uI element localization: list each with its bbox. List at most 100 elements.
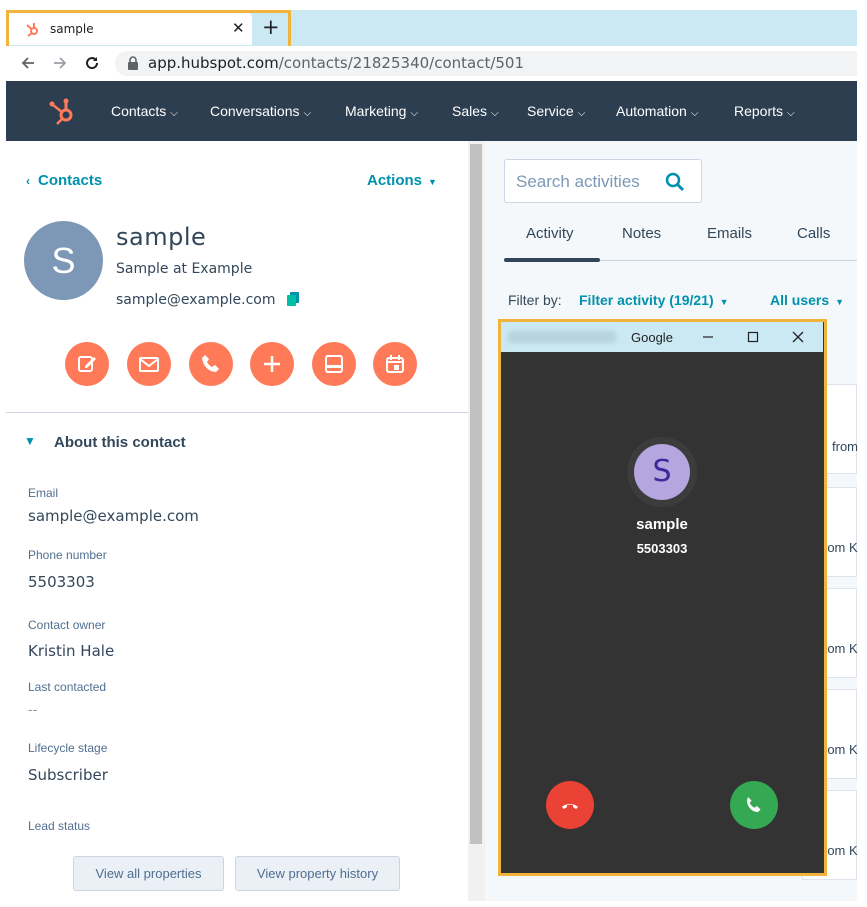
email-icon: [139, 357, 159, 372]
url-path: /contacts/21825340/contact/501: [278, 54, 525, 72]
activity-card-snippet: rom K: [823, 641, 858, 656]
caret-down-icon: ▼: [428, 177, 437, 187]
caller-name: sample: [636, 516, 688, 533]
hang-up-icon: [562, 804, 578, 809]
all-users-label: All users: [770, 292, 830, 308]
caret-down-icon: ▼: [835, 297, 845, 307]
actions-dropdown[interactable]: Actions ▼: [367, 172, 437, 189]
filter-activity-label: Filter activity (19/21): [579, 292, 714, 308]
nav-service[interactable]: Service ⌵: [527, 103, 585, 119]
active-tab-indicator: [504, 258, 600, 262]
browser-tab[interactable]: sample ✕: [6, 12, 252, 45]
email-button[interactable]: [127, 342, 171, 386]
view-all-properties-button[interactable]: View all properties: [73, 856, 224, 891]
caret-down-icon: ▼: [719, 297, 729, 307]
property-label-phone: Phone number: [28, 548, 107, 562]
nav-automation-label: Automation: [616, 103, 687, 119]
property-value-owner[interactable]: Kristin Hale: [28, 642, 114, 660]
chevron-down-icon: ⌵: [491, 108, 499, 119]
phone-icon: [202, 355, 219, 372]
tab-title: sample: [50, 22, 94, 36]
lock-icon: [128, 56, 138, 70]
back-to-contacts-label: Contacts: [38, 172, 103, 189]
back-to-contacts-link[interactable]: ‹ Contacts: [26, 172, 102, 189]
scrollbar-thumb[interactable]: [470, 144, 482, 844]
activity-card-snippet: rom K: [823, 540, 858, 555]
property-value-phone[interactable]: 5503303: [28, 573, 95, 591]
hubspot-favicon-icon: [26, 23, 38, 37]
url-host: app.hubspot.com: [148, 54, 279, 72]
phone-icon: [747, 797, 761, 812]
contact-email: sample@example.com: [116, 292, 276, 308]
minimize-icon[interactable]: [702, 331, 714, 343]
hubspot-logo-icon[interactable]: [48, 97, 78, 127]
tab-close-icon[interactable]: ✕: [232, 19, 245, 37]
chevron-left-icon: ‹: [26, 174, 30, 188]
copy-icon[interactable]: [287, 292, 300, 306]
all-users-dropdown[interactable]: All users ▼: [770, 292, 844, 308]
new-tab-button[interactable]: +: [262, 13, 280, 41]
note-icon: [78, 356, 96, 372]
view-property-history-button[interactable]: View property history: [235, 856, 400, 891]
property-label-owner: Contact owner: [28, 618, 106, 632]
plus-icon: [264, 356, 280, 372]
url-text: app.hubspot.com/contacts/21825340/contac…: [148, 54, 524, 72]
call-button[interactable]: [189, 342, 233, 386]
property-label-last-contacted: Last contacted: [28, 680, 107, 694]
incoming-call-window: [498, 319, 827, 876]
nav-marketing-label: Marketing: [345, 103, 407, 119]
note-button[interactable]: [65, 342, 109, 386]
nav-contacts-label: Contacts: [111, 103, 167, 119]
property-value-last-contacted: --: [28, 703, 38, 718]
chevron-down-icon: ⌵: [577, 108, 586, 119]
calendar-icon: [386, 355, 404, 373]
tab-emails[interactable]: Emails: [707, 225, 752, 242]
caller-number: 5503303: [636, 541, 688, 556]
meeting-icon: [325, 355, 343, 373]
forward-arrow-icon[interactable]: [52, 55, 68, 71]
meeting-button[interactable]: [312, 342, 356, 386]
blurred-title: [508, 331, 616, 343]
schedule-button[interactable]: [373, 342, 417, 386]
nav-automation[interactable]: Automation ⌵: [616, 103, 698, 119]
nav-marketing[interactable]: Marketing ⌵: [345, 103, 418, 119]
filter-activity-dropdown[interactable]: Filter activity (19/21) ▼: [579, 292, 729, 308]
nav-conversations[interactable]: Conversations ⌵: [210, 103, 311, 119]
about-section-header[interactable]: About this contact: [54, 434, 186, 451]
chevron-down-icon: ⌵: [303, 108, 312, 119]
nav-conversations-label: Conversations: [210, 103, 300, 119]
contact-avatar: S: [24, 221, 103, 300]
chevron-down-icon[interactable]: ▼: [24, 434, 36, 448]
nav-sales[interactable]: Sales ⌵: [452, 103, 499, 119]
property-label-lead-status: Lead status: [28, 819, 91, 833]
tab-activity[interactable]: Activity: [526, 225, 574, 242]
activity-card-snippet: from: [832, 439, 858, 454]
nav-reports-label: Reports: [734, 103, 784, 119]
tab-notes[interactable]: Notes: [622, 225, 661, 242]
filter-by-label: Filter by:: [508, 292, 562, 308]
nav-contacts[interactable]: Contacts ⌵: [111, 103, 178, 119]
close-icon[interactable]: [792, 331, 804, 343]
chevron-down-icon: ⌵: [170, 108, 178, 119]
back-arrow-icon[interactable]: [20, 55, 36, 71]
chevron-down-icon: ⌵: [787, 108, 795, 119]
caller-avatar: S: [634, 444, 690, 500]
section-divider: [6, 412, 468, 413]
contact-company: Sample at Example: [116, 261, 253, 277]
search-icon[interactable]: [665, 172, 685, 192]
decline-call-button[interactable]: [546, 781, 594, 829]
property-value-lifecycle[interactable]: Subscriber: [28, 766, 108, 784]
nav-reports[interactable]: Reports ⌵: [734, 103, 795, 119]
chevron-down-icon: ⌵: [690, 108, 699, 119]
property-label-lifecycle: Lifecycle stage: [28, 741, 108, 755]
call-window-title: Google: [631, 330, 673, 345]
accept-call-button[interactable]: [730, 781, 778, 829]
reload-icon[interactable]: [84, 55, 100, 71]
activity-card-snippet: rom K: [823, 742, 858, 757]
tab-calls[interactable]: Calls: [797, 225, 830, 242]
nav-sales-label: Sales: [452, 103, 488, 119]
add-button[interactable]: [250, 342, 294, 386]
nav-service-label: Service: [527, 103, 574, 119]
property-value-email[interactable]: sample@example.com: [28, 507, 199, 525]
maximize-icon[interactable]: [747, 331, 759, 343]
